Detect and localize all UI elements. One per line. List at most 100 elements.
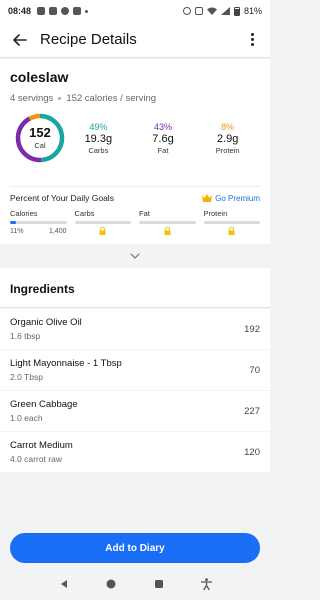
back-button[interactable]: [10, 30, 30, 50]
servings-text: 4 servings: [10, 93, 54, 104]
gallery-notification-icon: [37, 7, 46, 15]
system-icons: 81%: [182, 6, 262, 16]
daily-goals-row: Calories 11% 1,400 Carbs Fat Protein: [10, 209, 260, 235]
nav-recents-icon: [154, 580, 163, 588]
macro-carbs: 49% 19.3g Carbs: [66, 122, 131, 155]
accessibility-button[interactable]: [199, 577, 213, 591]
add-to-diary-button[interactable]: Add to Diary: [10, 533, 260, 563]
separator-dot: [58, 97, 62, 100]
ingredient-row[interactable]: Green Cabbage 1.0 each 227: [0, 391, 270, 431]
ingredient-text: Organic Olive Oil 1.6 tbsp: [10, 317, 82, 341]
goal-calories-pct: 11%: [10, 228, 24, 235]
macro-fat-amount: 7.6g: [152, 132, 174, 145]
goal-carbs-label: Carbs: [74, 209, 95, 218]
tiktok-notification-icon: [49, 7, 58, 15]
status-time: 08:48: [8, 6, 32, 16]
goal-calories-label: Calories: [10, 209, 38, 218]
more-dot-icon: [250, 33, 254, 36]
expand-goals-button[interactable]: [0, 246, 270, 266]
ingredient-calories: 70: [249, 364, 260, 376]
goal-protein: Protein: [203, 209, 261, 235]
nav-recents-button[interactable]: [152, 577, 166, 591]
more-notifications-icon: [85, 9, 89, 13]
nav-back-button[interactable]: [57, 577, 71, 591]
servings-line: 4 servings 152 calories / serving: [10, 93, 260, 104]
notification-icons: [37, 7, 89, 15]
calorie-ring: 152 Cal: [14, 112, 66, 164]
ingredient-calories: 192: [244, 323, 260, 335]
ingredient-name: Organic Olive Oil: [10, 317, 82, 328]
goal-fat-label: Fat: [139, 209, 150, 218]
goal-carbs-bar: [74, 221, 131, 224]
goal-fat-bar: [139, 221, 196, 224]
ingredient-row[interactable]: Light Mayonnaise - 1 Tbsp 2.0 Tbsp 70: [0, 350, 270, 390]
ring-unit: Cal: [34, 141, 46, 150]
go-premium-link[interactable]: Go Premium: [202, 194, 260, 203]
system-nav-bar: [0, 568, 270, 600]
accessibility-icon: [200, 578, 212, 590]
nav-back-icon: [60, 580, 67, 588]
lock-icon: [99, 227, 106, 235]
ingredient-calories: 120: [244, 446, 260, 458]
goal-protein-lock[interactable]: [204, 227, 261, 235]
ingredients-header: Ingredients: [0, 268, 270, 308]
goal-calories: Calories 11% 1,400: [10, 209, 67, 235]
goal-protein-label: Protein: [203, 209, 228, 218]
macro-protein-label: Protein: [215, 145, 240, 155]
status-bar: 08:48 81%: [0, 0, 270, 22]
ring-calories: 152: [29, 125, 51, 140]
daily-goals-header: Percent of Your Daily Goals Go Premium: [10, 186, 260, 203]
nav-home-button[interactable]: [104, 577, 118, 591]
ingredient-text: Green Cabbage 1.0 each: [10, 399, 78, 423]
recipe-summary-card: coleslaw 4 servings 152 calories / servi…: [0, 59, 270, 244]
goal-fat: Fat: [139, 209, 196, 235]
macro-carbs-pct: 49%: [89, 121, 108, 132]
ingredient-quantity: 2.0 Tbsp: [10, 372, 43, 382]
more-dot-icon: [250, 43, 254, 46]
lock-icon: [228, 227, 235, 235]
calories-per-serving: 152 calories / serving: [66, 93, 157, 104]
ingredients-list: Organic Olive Oil 1.6 tbsp 192 Light May…: [0, 309, 270, 473]
call-icon: [194, 7, 203, 15]
youtube-notification-icon: [73, 7, 82, 15]
more-dot-icon: [250, 38, 254, 41]
ingredient-calories: 227: [244, 405, 260, 417]
wifi-icon: [206, 7, 217, 15]
macro-carbs-label: Carbs: [88, 145, 109, 155]
more-options-button[interactable]: [244, 30, 260, 50]
nav-home-icon: [106, 579, 116, 589]
ingredient-text: Light Mayonnaise - 1 Tbsp 2.0 Tbsp: [10, 358, 122, 382]
ingredient-name: Carrot Medium: [10, 440, 73, 451]
ingredient-name: Light Mayonnaise - 1 Tbsp: [10, 358, 122, 369]
ingredients-title: Ingredients: [10, 282, 75, 296]
daily-goals-title: Percent of Your Daily Goals: [10, 193, 114, 203]
goal-protein-bar: [203, 221, 260, 224]
ingredient-row[interactable]: Organic Olive Oil 1.6 tbsp 192: [0, 309, 270, 349]
macro-protein: 8% 2.9g Protein: [195, 122, 260, 155]
goal-calories-meta: 11% 1,400: [10, 228, 67, 235]
ingredient-quantity: 1.0 each: [10, 413, 43, 423]
goal-fat-lock[interactable]: [139, 227, 196, 235]
ingredient-quantity: 1.6 tbsp: [10, 331, 41, 341]
goal-calories-target: 1,400: [48, 228, 67, 235]
signal-icon: [220, 7, 230, 15]
ingredient-name: Green Cabbage: [10, 399, 78, 410]
goal-carbs-lock[interactable]: [75, 227, 132, 235]
crown-icon: [202, 194, 213, 202]
macro-fat-label: Fat: [157, 145, 169, 155]
ingredient-text: Carrot Medium 4.0 carrot raw: [10, 440, 73, 464]
macro-fat: 43% 7.6g Fat: [131, 122, 196, 155]
ingredient-row[interactable]: Carrot Medium 4.0 carrot raw 120: [0, 432, 270, 472]
macro-carbs-amount: 19.3g: [84, 132, 113, 145]
chevron-down-icon: [130, 253, 140, 259]
back-arrow-icon: [13, 33, 27, 46]
macro-summary: 152 Cal 49% 19.3g Carbs 43% 7.6g Fat 8% …: [10, 112, 260, 164]
goal-carbs: Carbs: [74, 209, 132, 235]
macro-protein-pct: 8%: [221, 121, 235, 132]
battery-icon: [233, 6, 240, 16]
goal-calories-fill: [10, 221, 17, 224]
macro-fat-pct: 43%: [154, 121, 173, 132]
battery-percent: 81%: [243, 6, 262, 16]
app-bar: Recipe Details: [0, 22, 270, 58]
go-premium-label: Go Premium: [215, 193, 260, 203]
